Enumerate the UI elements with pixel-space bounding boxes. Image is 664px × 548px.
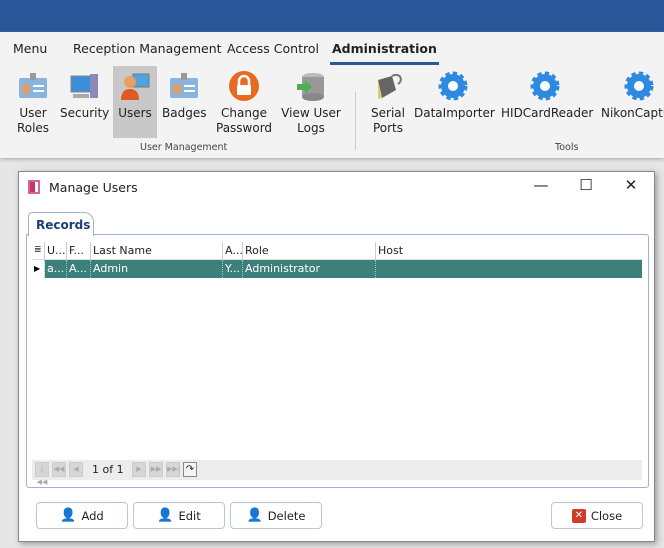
serial-port-icon (378, 74, 402, 99)
cell[interactable] (376, 260, 642, 278)
next-page-group-button[interactable]: ▶▶ (149, 462, 163, 477)
delete-user-icon: 👤 (246, 508, 263, 523)
lock-icon (229, 71, 259, 101)
users-button[interactable]: Users (113, 66, 157, 138)
column-chooser-icon[interactable]: ≣ (32, 242, 45, 260)
label: Change Password (216, 106, 273, 135)
serial-ports-button[interactable]: Serial Ports (368, 66, 408, 138)
user-roles-button[interactable]: User Roles (12, 66, 54, 138)
dataimporter-button[interactable]: DataImporter (414, 66, 495, 138)
edit-button[interactable]: 👤 Edit (133, 502, 225, 529)
cell[interactable]: a... (45, 260, 67, 278)
column-header[interactable]: A... (223, 242, 243, 260)
minimize-button[interactable]: — (526, 176, 556, 194)
tab-reception-management[interactable]: Reception Management (73, 41, 222, 56)
label: HIDCardReader (501, 106, 594, 120)
tab-menu[interactable]: Menu (13, 41, 47, 56)
prev-page-group-button[interactable]: ◀◀ (52, 462, 66, 477)
group-label-user-management: User Management (140, 142, 228, 153)
security-button[interactable]: Security (60, 66, 110, 138)
change-password-button[interactable]: Change Password (216, 66, 272, 138)
label: Users (118, 106, 152, 120)
label: View User Logs (281, 106, 341, 135)
cell[interactable]: Y... (223, 260, 243, 278)
close-icon: ✕ (571, 508, 586, 523)
next-page-button[interactable]: ▶ (132, 462, 146, 477)
label: Add (81, 508, 104, 523)
tab-records[interactable]: Records (28, 212, 94, 236)
label: Badges (162, 106, 207, 120)
first-page-button[interactable]: |◀◀ (35, 462, 49, 486)
nikoncapture-button[interactable]: NikonCaptu (598, 66, 664, 138)
hidcardreader-button[interactable]: HIDCardReader (501, 66, 593, 138)
database-icon (297, 73, 324, 101)
label: Close (590, 508, 623, 523)
cell[interactable]: Admin (91, 260, 223, 278)
gear-icon (438, 71, 468, 101)
label: Serial Ports (371, 106, 405, 135)
ribbon: Menu Reception Management Access Control… (0, 32, 664, 158)
gear-icon (530, 71, 560, 101)
edit-user-icon: 👤 (157, 508, 174, 523)
cell[interactable]: A... (67, 260, 91, 278)
column-header[interactable]: U... (45, 242, 67, 260)
group-separator (355, 92, 356, 150)
grid-header: ≣ U... F... Last Name A... Role Host (32, 242, 642, 260)
badge-icon (170, 73, 198, 98)
column-header[interactable]: Host (376, 242, 642, 260)
prev-page-button[interactable]: ◀ (69, 462, 83, 477)
users-icon (121, 73, 150, 100)
add-button[interactable]: 👤 Add (36, 502, 128, 529)
page-indicator: 1 of 1 (92, 463, 124, 476)
view-user-logs-button[interactable]: View User Logs (281, 66, 341, 138)
pager: |◀◀ ◀◀ ◀ 1 of 1 ▶ ▶▶ ▶▶| ↷ (32, 460, 642, 486)
manage-users-window: Manage Users — ☐ ✕ Records ≣ U... F... L… (18, 171, 655, 542)
window-title: Manage Users (49, 180, 138, 195)
add-user-icon: 👤 (60, 508, 77, 523)
label: Edit (178, 508, 201, 523)
delete-button[interactable]: 👤 Delete (230, 502, 322, 529)
maximize-button[interactable]: ☐ (571, 176, 601, 194)
app-title-bar (0, 0, 664, 32)
group-label-tools: Tools (555, 142, 579, 153)
badges-button[interactable]: Badges (162, 66, 206, 138)
close-window-button[interactable]: ✕ (616, 176, 646, 194)
refresh-button[interactable]: ↷ (183, 462, 197, 477)
row-indicator-icon: ▶ (32, 260, 45, 278)
label: User Roles (16, 106, 50, 135)
tab-administration[interactable]: Administration (330, 41, 439, 65)
gear-icon (624, 71, 654, 101)
door-icon (28, 180, 40, 194)
cell[interactable]: Administrator (243, 260, 376, 278)
tab-access-control[interactable]: Access Control (227, 41, 319, 56)
column-header[interactable]: Role (243, 242, 376, 260)
records-panel: ≣ U... F... Last Name A... Role Host ▶ a… (26, 234, 649, 488)
label: Delete (267, 508, 306, 523)
id-card-icon (19, 73, 47, 98)
last-page-button[interactable]: ▶▶| (166, 462, 180, 477)
computer-security-icon (70, 74, 98, 98)
column-header[interactable]: F... (67, 242, 91, 260)
label: DataImporter (414, 106, 495, 120)
label: Security (60, 106, 110, 120)
label: NikonCaptu (601, 106, 664, 120)
table-row[interactable]: ▶ a... A... Admin Y... Administrator (32, 260, 642, 278)
close-button[interactable]: ✕ Close (551, 502, 643, 529)
column-header[interactable]: Last Name (91, 242, 223, 260)
